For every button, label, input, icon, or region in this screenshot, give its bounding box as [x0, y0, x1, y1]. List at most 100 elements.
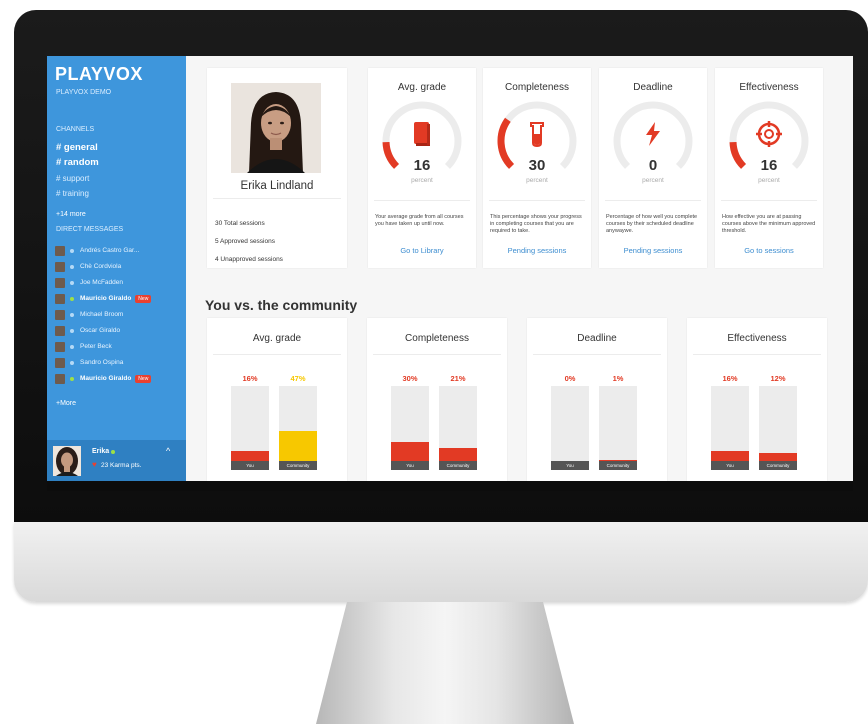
- dm-name: Joe McFadden: [80, 279, 123, 286]
- presence-dot: [70, 280, 74, 285]
- karma-points: 23 Karma pts.: [101, 462, 142, 469]
- divider: [605, 200, 701, 201]
- app-screen: PLAYVOX PLAYVOX DEMO CHANNELS # general …: [47, 56, 853, 481]
- presence-dot: [70, 296, 74, 301]
- you-bar-label: You: [231, 461, 269, 470]
- you-bar-track: [711, 386, 749, 470]
- community-card-title: Completeness: [405, 333, 469, 344]
- metric-card: Completeness 30 percent This percentage …: [483, 68, 591, 268]
- community-card-title: Deadline: [577, 333, 617, 344]
- profile-name: Erika Lindland: [240, 180, 314, 192]
- community-bar-label: Community: [279, 461, 317, 470]
- community-bar-label: Community: [439, 461, 477, 470]
- dm-name: Mauricio Giraldo: [80, 295, 132, 302]
- divider: [373, 354, 501, 355]
- stat-unapproved-sessions: 4 Unapproved sessions: [215, 256, 283, 263]
- divider: [693, 354, 821, 355]
- metric-value: 16: [413, 157, 431, 174]
- dm-item[interactable]: Joe McFadden: [55, 276, 185, 289]
- dm-more-link[interactable]: +More: [56, 400, 76, 407]
- dm-item[interactable]: Andrés Castro Gar...: [55, 244, 185, 257]
- presence-dot: [70, 328, 74, 333]
- community-bar-track: [439, 386, 477, 470]
- monitor-chin: [14, 522, 868, 602]
- channel-training[interactable]: # training: [56, 189, 89, 198]
- community-bar-label: Community: [599, 461, 637, 470]
- community-section-title: You vs. the community: [205, 297, 358, 313]
- community-card: Avg. grade 16% 47% You Community: [207, 318, 347, 481]
- channels-more-link[interactable]: +14 more: [56, 211, 86, 218]
- metric-card: Avg. grade 16 percent Your average grade…: [368, 68, 476, 268]
- workspace-name[interactable]: PLAYVOX DEMO: [56, 89, 111, 96]
- metric-link[interactable]: Pending sessions: [599, 246, 707, 255]
- dm-name: Peter Beck: [80, 343, 112, 350]
- dm-avatar: [55, 309, 65, 320]
- current-user-panel[interactable]: Erika ♥ 23 Karma pts. ^: [47, 440, 186, 481]
- beaker-icon: [521, 118, 553, 150]
- metric-unit: percent: [411, 177, 433, 184]
- you-percent: 30%: [402, 374, 418, 383]
- chevron-up-icon[interactable]: ^: [166, 446, 170, 456]
- dm-item[interactable]: Michael Broom: [55, 308, 185, 321]
- dm-item[interactable]: Mauricio Giraldo New: [55, 292, 185, 305]
- community-percent: 12%: [770, 374, 786, 383]
- metric-title: Completeness: [505, 82, 569, 93]
- user-avatar: [53, 446, 81, 476]
- presence-dot: [70, 360, 74, 365]
- channels-heading: CHANNELS: [56, 126, 95, 133]
- metric-description: Percentage of how well you complete cour…: [606, 214, 698, 234]
- new-badge: New: [135, 294, 152, 303]
- dm-avatar: [55, 373, 65, 384]
- dm-avatar: [55, 293, 65, 304]
- metric-value: 30: [528, 157, 546, 174]
- metric-link[interactable]: Go to sessions: [715, 246, 823, 255]
- dm-avatar: [55, 325, 65, 336]
- metric-unit: percent: [758, 177, 780, 184]
- metric-card: Effectiveness 16 percent How effective y…: [715, 68, 823, 268]
- community-bar-track: [599, 386, 637, 470]
- dm-name: Andrés Castro Gar...: [80, 247, 140, 254]
- community-card-title: Avg. grade: [252, 333, 302, 344]
- community-card: Effectiveness 16% 12% You Community: [687, 318, 827, 481]
- community-bar-label: Community: [759, 461, 797, 470]
- divider: [489, 200, 585, 201]
- dm-name: Sandro Ospina: [80, 359, 124, 366]
- channel-general[interactable]: # general: [56, 142, 98, 153]
- target-icon: [753, 118, 785, 150]
- profile-card: Erika Lindland 30 Total sessions 5 Appro…: [207, 68, 347, 268]
- dm-name: Michael Broom: [80, 311, 124, 318]
- community-percent: 21%: [450, 374, 466, 383]
- dm-item[interactable]: Mauricio Giraldo New: [55, 372, 185, 385]
- app-logo[interactable]: PLAYVOX: [55, 64, 143, 85]
- dm-item[interactable]: Peter Beck: [55, 340, 185, 353]
- community-bar-track: [759, 386, 797, 470]
- presence-dot: [70, 376, 74, 381]
- you-bar-track: [391, 386, 429, 470]
- you-percent: 16%: [722, 374, 738, 383]
- presence-dot: [70, 312, 74, 317]
- presence-dot: [70, 248, 74, 253]
- dm-item[interactable]: Chè Cordviola: [55, 260, 185, 273]
- sidebar: PLAYVOX PLAYVOX DEMO CHANNELS # general …: [47, 56, 186, 481]
- metric-title: Avg. grade: [397, 82, 447, 93]
- community-card: Completeness 30% 21% You Community: [367, 318, 507, 481]
- channel-random[interactable]: # random: [56, 157, 99, 168]
- you-bar-track: [231, 386, 269, 470]
- metric-link[interactable]: Go to Library: [368, 246, 476, 255]
- metric-link[interactable]: Pending sessions: [483, 246, 591, 255]
- divider: [721, 200, 817, 201]
- dm-avatar: [55, 277, 65, 288]
- dm-item[interactable]: Sandro Ospina: [55, 356, 185, 369]
- divider: [213, 354, 341, 355]
- metric-value: 0: [648, 157, 658, 174]
- monitor-stand: [316, 602, 574, 724]
- channel-support[interactable]: # support: [56, 174, 89, 183]
- community-card-title: Effectiveness: [727, 333, 787, 344]
- user-name: Erika: [92, 448, 110, 455]
- dm-avatar: [55, 357, 65, 368]
- presence-dot: [70, 344, 74, 349]
- dm-item[interactable]: Oscar Giraldo: [55, 324, 185, 337]
- presence-dot: [70, 264, 74, 269]
- divider: [533, 354, 661, 355]
- dm-name: Chè Cordviola: [80, 263, 122, 270]
